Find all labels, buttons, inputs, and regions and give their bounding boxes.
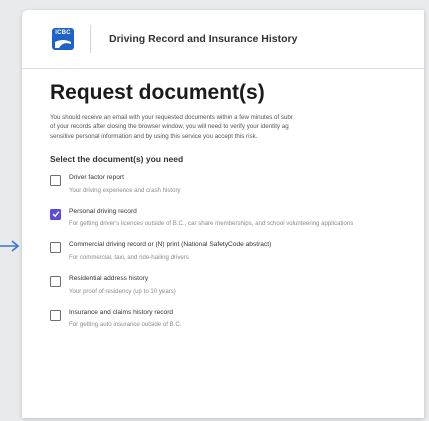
section-label: Select the document(s) you need bbox=[50, 154, 184, 165]
option-personal-driving-record[interactable]: Personal driving record For getting driv… bbox=[50, 208, 424, 229]
option-desc: For commercial, taxi, and ride-hailing d… bbox=[69, 254, 189, 261]
intro-text: You should receive an email with your re… bbox=[50, 113, 424, 141]
intro-line: You should receive an email with your re… bbox=[50, 114, 293, 122]
checkbox-checked[interactable] bbox=[50, 208, 61, 220]
option-desc: For getting auto insurance outside of B.… bbox=[69, 321, 182, 329]
document-request-card: ICBC Driving Record and Insurance Histor… bbox=[22, 10, 424, 418]
checkbox[interactable] bbox=[50, 175, 61, 187]
page-title: Request document(s) bbox=[50, 81, 265, 104]
arrow-right-icon bbox=[0, 240, 20, 252]
option-desc: Your proof of residency (up to 10 years) bbox=[69, 287, 176, 295]
app-header: ICBC Driving Record and Insurance Histor… bbox=[22, 10, 424, 69]
checkbox[interactable] bbox=[50, 309, 61, 321]
option-title: Driver factor report bbox=[69, 174, 124, 182]
option-desc: Your driving experience and crash histor… bbox=[69, 186, 181, 194]
logo-text: ICBC bbox=[55, 30, 71, 36]
option-title: Residential address history bbox=[69, 275, 149, 283]
icbc-logo-icon: ICBC bbox=[52, 28, 74, 50]
checkmark-icon bbox=[52, 211, 60, 218]
option-title: Commercial driving record or (N) print (… bbox=[69, 241, 272, 249]
checkbox[interactable] bbox=[50, 242, 61, 254]
intro-line: of your records after closing the browse… bbox=[50, 123, 289, 131]
option-title: Personal driving record bbox=[69, 207, 137, 215]
app-title: Driving Record and Insurance History bbox=[109, 33, 298, 45]
option-desc: For getting driver's licences outside of… bbox=[69, 220, 354, 228]
main-content: Request document(s) You should receive a… bbox=[22, 69, 424, 330]
option-driver-factor-report[interactable]: Driver factor report Your driving experi… bbox=[50, 174, 424, 195]
option-insurance-claims-history[interactable]: Insurance and claims history record For … bbox=[50, 309, 424, 330]
intro-line: sensitive personal information and by us… bbox=[50, 132, 258, 140]
option-title: Insurance and claims history record bbox=[69, 308, 174, 316]
checkbox[interactable] bbox=[50, 276, 61, 288]
header-divider bbox=[90, 25, 91, 53]
option-residential-address-history[interactable]: Residential address history Your proof o… bbox=[50, 275, 424, 296]
option-commercial-driving-record[interactable]: Commercial driving record or (N) print (… bbox=[50, 241, 424, 262]
